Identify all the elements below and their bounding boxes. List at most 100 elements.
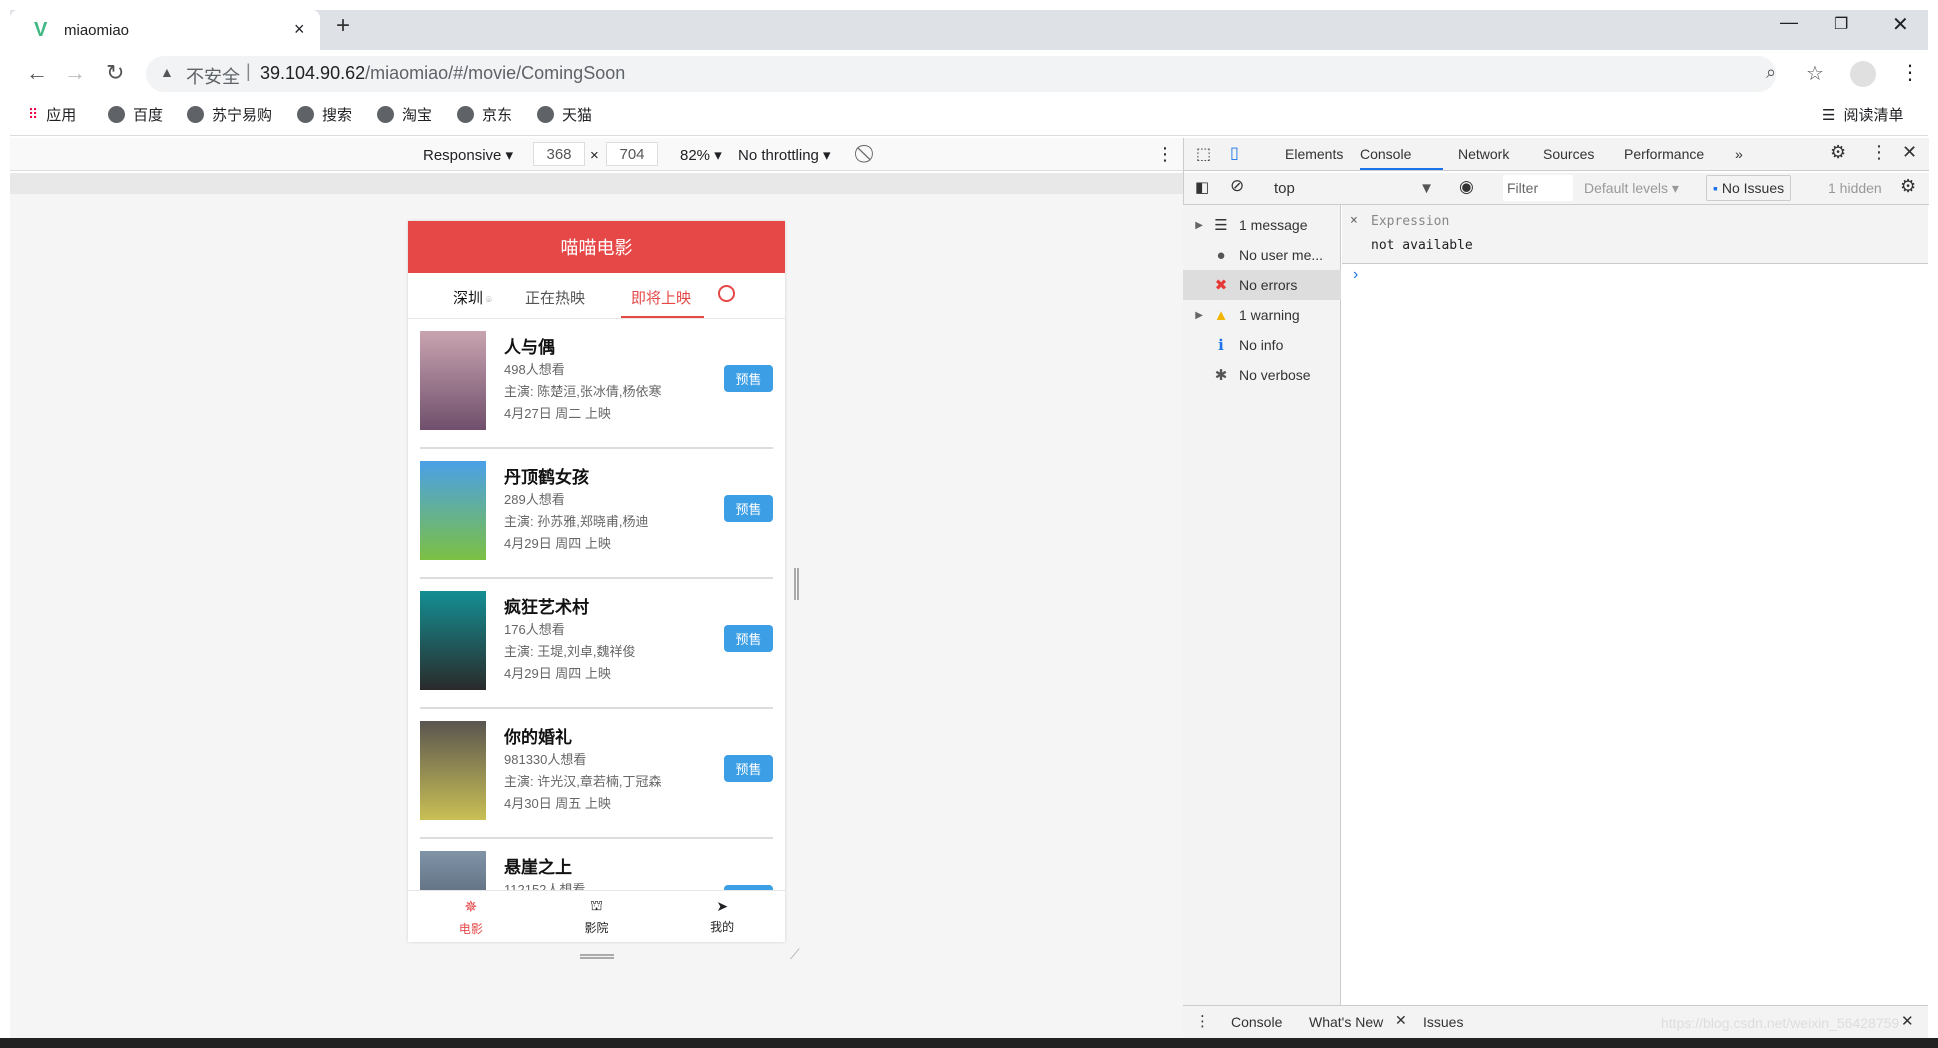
media-query-ruler[interactable] xyxy=(10,173,1183,194)
bookmark-taobao[interactable]: 淘宝 xyxy=(377,104,432,125)
presale-button[interactable]: 预售 xyxy=(724,755,773,782)
more-icon[interactable]: ⋮ xyxy=(1156,144,1174,165)
console-prompt[interactable]: › xyxy=(1353,266,1358,284)
address-bar[interactable]: ▲ 不安全 | 39.104.90.62/miaomiao/#/movie/Co… xyxy=(146,56,1824,92)
sidebar-label: No info xyxy=(1239,337,1284,353)
movie-wish-count: 289人想看 xyxy=(504,492,565,507)
restore-icon[interactable]: ❐ xyxy=(1834,14,1848,34)
bookmark-apps[interactable]: ⠿ 应用 xyxy=(28,104,76,125)
sidebar-item[interactable]: ℹ No info xyxy=(1183,330,1341,360)
footer-mine[interactable]: ➤ 我的 xyxy=(659,891,785,942)
new-tab-button[interactable]: + xyxy=(336,12,350,40)
bookmark-label: 百度 xyxy=(133,107,164,124)
forward-icon[interactable]: → xyxy=(64,60,86,86)
expand-arrow-icon[interactable]: ▶ xyxy=(1183,310,1203,321)
minimize-icon[interactable]: — xyxy=(1780,12,1798,33)
devtools-tab-[interactable]: » xyxy=(1735,146,1743,162)
drawer-tab-whats-new[interactable]: What's New xyxy=(1309,1014,1383,1030)
sidebar-item[interactable]: ▶ ☰ 1 message xyxy=(1183,210,1341,240)
device-toggle-icon[interactable]: ▯ xyxy=(1230,143,1239,163)
devtools-tab-network[interactable]: Network xyxy=(1458,146,1509,162)
drawer-tab-console[interactable]: Console xyxy=(1231,1014,1282,1030)
browser-tab[interactable]: V miaomiao × xyxy=(10,10,320,50)
footer-movie[interactable]: ✵ 电影 xyxy=(408,891,534,942)
sidebar-item[interactable]: ● No user me... xyxy=(1183,240,1341,270)
context-select[interactable]: top ▼ xyxy=(1274,180,1434,197)
movie-cast: 主演: 王堤,刘卓,魏祥俊 xyxy=(504,644,636,659)
bookmark-search[interactable]: 搜索 xyxy=(297,104,352,125)
drawer-tab-issues[interactable]: Issues xyxy=(1423,1014,1463,1030)
height-input[interactable]: 704 xyxy=(606,142,658,166)
remove-expression-icon[interactable]: × xyxy=(1350,213,1358,228)
globe-icon xyxy=(377,106,394,123)
levels-select[interactable]: Default levels ▾ xyxy=(1584,180,1679,197)
issues-button[interactable]: ▪ No Issues xyxy=(1706,175,1792,201)
resize-corner-icon[interactable]: ⟋ xyxy=(790,946,800,963)
movie-poster[interactable] xyxy=(420,591,486,690)
menu-icon[interactable]: ⋮ xyxy=(1900,60,1920,85)
devtools-tab-console[interactable]: Console xyxy=(1360,146,1411,162)
sidebar-toggle-icon[interactable]: ◧ xyxy=(1195,178,1209,196)
presale-button[interactable]: 预售 xyxy=(724,495,773,522)
close-devtools-icon[interactable]: ✕ xyxy=(1902,142,1917,163)
live-expression-eye-icon[interactable]: ◉ xyxy=(1459,177,1474,197)
console-settings-icon[interactable]: ⚙ xyxy=(1900,176,1916,197)
drawer-menu-icon[interactable]: ⋮ xyxy=(1195,1012,1210,1030)
search-icon[interactable] xyxy=(718,285,735,302)
throttling-select[interactable]: No throttling ▾ xyxy=(738,146,831,164)
url[interactable]: 39.104.90.62/miaomiao/#/movie/ComingSoon xyxy=(260,63,625,84)
movie-poster[interactable] xyxy=(420,331,486,430)
paper-plane-icon: ➤ xyxy=(716,898,729,914)
device-select[interactable]: Responsive ▾ xyxy=(423,146,513,164)
tab-coming-soon[interactable]: 即将上映 xyxy=(631,287,691,308)
close-window-icon[interactable]: ✕ xyxy=(1892,12,1909,37)
movie-poster[interactable] xyxy=(420,461,486,560)
bookmark-tmall[interactable]: 天猫 xyxy=(537,104,592,125)
reload-icon[interactable]: ↻ xyxy=(106,60,124,86)
movie-item[interactable]: 你的婚礼 981330人想看 主演: 许光汉,章若楠,丁冠森 4月30日 周五 … xyxy=(420,709,773,839)
viewport-resize-bar[interactable] xyxy=(580,954,614,959)
viewport-side-handle[interactable] xyxy=(794,568,799,600)
city-selector[interactable]: 深圳 ⌾ xyxy=(453,287,492,308)
devtools-tab-sources[interactable]: Sources xyxy=(1543,146,1594,162)
live-expression: × Expression not available xyxy=(1342,205,1928,264)
security-label[interactable]: 不安全 xyxy=(186,63,240,89)
expand-arrow-icon[interactable]: ▶ xyxy=(1183,220,1203,231)
inspect-icon[interactable]: ⬚ xyxy=(1196,144,1211,164)
close-tab-icon[interactable]: × xyxy=(294,19,305,40)
zoom-select[interactable]: 82% ▾ xyxy=(680,146,722,164)
sidebar-item[interactable]: ▶ ▲ 1 warning xyxy=(1183,300,1341,330)
devtools-drawer: ⋮ Console What's New ✕ Issues https://bl… xyxy=(1183,1005,1928,1038)
bookmark-baidu[interactable]: 百度 xyxy=(108,104,163,125)
sidebar-item[interactable]: ✱ No verbose xyxy=(1183,360,1341,390)
footer-cinema[interactable]: ⛫ 影院 xyxy=(534,891,660,942)
width-input[interactable]: 368 xyxy=(533,142,585,166)
close-whats-new-icon[interactable]: ✕ xyxy=(1395,1012,1407,1029)
reading-list[interactable]: ☰ 阅读清单 xyxy=(1822,104,1903,125)
star-icon[interactable]: ☆ xyxy=(1806,61,1824,86)
expression-label[interactable]: Expression xyxy=(1371,214,1449,229)
bookmark-suning[interactable]: 苏宁易购 xyxy=(187,104,272,125)
movie-item[interactable]: 人与偶 498人想看 主演: 陈楚洹,张冰倩,杨依寒 4月27日 周二 上映 预… xyxy=(420,319,773,449)
presale-button[interactable]: 预售 xyxy=(724,365,773,392)
devtools-tab-elements[interactable]: Elements xyxy=(1285,146,1343,162)
profile-avatar[interactable] xyxy=(1850,61,1876,87)
tab-now-showing[interactable]: 正在热映 xyxy=(525,287,585,308)
zoom-icon[interactable]: ⌕ xyxy=(1766,62,1776,83)
filter-input[interactable]: Filter xyxy=(1503,175,1573,201)
movie-item[interactable]: 疯狂艺术村 176人想看 主演: 王堤,刘卓,魏祥俊 4月29日 周四 上映 预… xyxy=(420,579,773,709)
app-title: 喵喵电影 xyxy=(560,238,633,258)
bug-icon: ✱ xyxy=(1214,367,1228,384)
footer-label: 影院 xyxy=(584,921,609,935)
movie-poster[interactable] xyxy=(420,721,486,820)
movie-item[interactable]: 丹顶鹤女孩 289人想看 主演: 孙苏雅,郑晓甫,杨迪 4月29日 周四 上映 … xyxy=(420,449,773,579)
presale-button[interactable]: 预售 xyxy=(724,625,773,652)
devtools-tab-performance[interactable]: Performance xyxy=(1624,146,1704,162)
back-icon[interactable]: ← xyxy=(26,60,48,86)
settings-icon[interactable]: ⚙ xyxy=(1830,142,1846,163)
clear-console-icon[interactable]: ⊘ xyxy=(1230,176,1244,196)
close-drawer-icon[interactable]: ✕ xyxy=(1901,1012,1914,1030)
more-icon[interactable]: ⋮ xyxy=(1870,142,1888,163)
bookmark-jd[interactable]: 京东 xyxy=(457,104,512,125)
sidebar-item[interactable]: ✖ No errors xyxy=(1183,270,1341,300)
